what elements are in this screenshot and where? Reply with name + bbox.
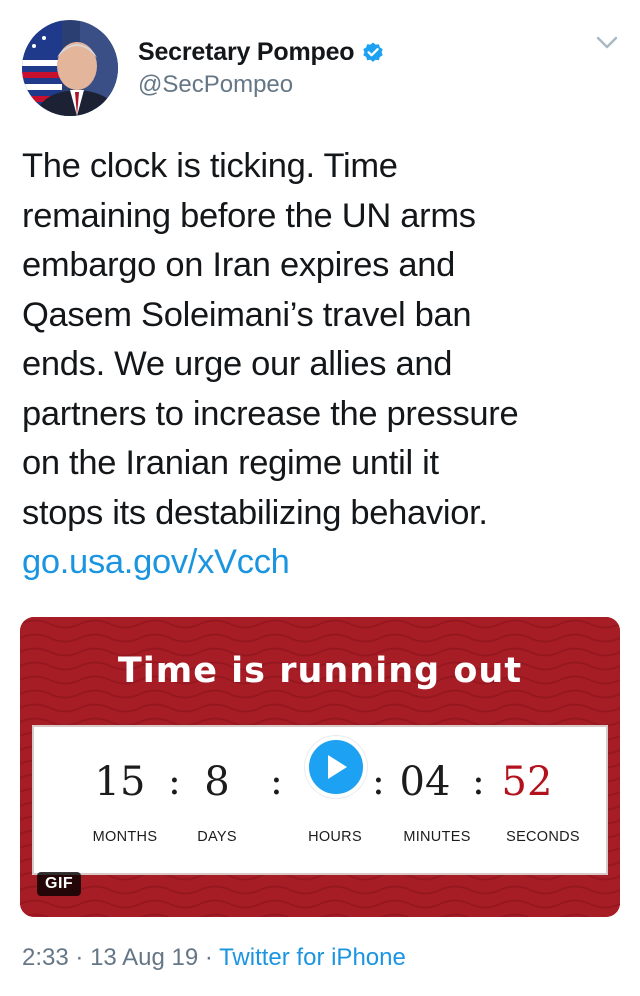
tweet-line: embargo on Iran expires and [22, 246, 456, 284]
play-button[interactable] [305, 736, 367, 798]
tweet-source[interactable]: Twitter for iPhone [219, 944, 406, 971]
countdown-separator: : [168, 759, 181, 803]
countdown-separator: : [270, 759, 283, 803]
tweet-line: stops its destabilizing behavior. [22, 493, 488, 532]
meta-separator: · [204, 944, 213, 971]
tweet-header: Secretary Pompeo @SecPompeo [22, 20, 622, 120]
meta-separator: · [75, 944, 84, 971]
tweet-line: ends. We urge our allies and [22, 345, 453, 383]
countdown-months-value: 15 [94, 759, 146, 805]
play-icon [328, 755, 347, 779]
author-info: Secretary Pompeo @SecPompeo [138, 38, 385, 99]
countdown-hours-label: HOURS [308, 829, 362, 845]
author-display-name[interactable]: Secretary Pompeo [138, 38, 355, 67]
tweet-line: remaining before the UN arms [22, 196, 476, 235]
countdown-seconds-label: SECONDS [506, 829, 580, 845]
tweet-line: Qasem Soleimani’s travel ban [22, 295, 472, 334]
author-handle[interactable]: @SecPompeo [138, 71, 385, 99]
countdown-separator: : [372, 759, 385, 803]
tweet-text: The clock is ticking. Time remaining bef… [22, 142, 622, 588]
avatar-portrait-icon [22, 20, 118, 116]
countdown-days-label: DAYS [197, 829, 237, 845]
countdown-gif[interactable]: Time is running out 15 : 8 : : 04 : 52 M… [20, 617, 620, 917]
countdown-minutes-value: 04 [399, 759, 451, 805]
tweet-link[interactable]: go.usa.gov/xVcch [22, 538, 622, 588]
tweet-meta: 2:33 · 13 Aug 19 · Twitter for iPhone [22, 944, 406, 972]
tweet-time[interactable]: 2:33 [22, 944, 69, 971]
countdown-days-value: 8 [204, 759, 230, 805]
tweet-line: on the Iranian regime until it [22, 444, 439, 482]
tweet-line: partners to increase the pressure [22, 394, 519, 433]
tweet-date[interactable]: 13 Aug 19 [90, 944, 198, 971]
countdown-panel: 15 : 8 : : 04 : 52 MONTHS DAYS HOURS MIN… [32, 725, 608, 875]
chevron-down-icon[interactable] [596, 36, 618, 50]
gif-badge: GIF [37, 872, 82, 896]
countdown-seconds-value: 52 [501, 759, 553, 805]
countdown-separator: : [472, 759, 485, 803]
verified-badge-icon [361, 41, 385, 65]
countdown-title: Time is running out [117, 651, 523, 691]
author-avatar[interactable] [22, 20, 118, 116]
countdown-minutes-label: MINUTES [403, 829, 471, 845]
tweet-line: The clock is ticking. Time [22, 147, 398, 185]
